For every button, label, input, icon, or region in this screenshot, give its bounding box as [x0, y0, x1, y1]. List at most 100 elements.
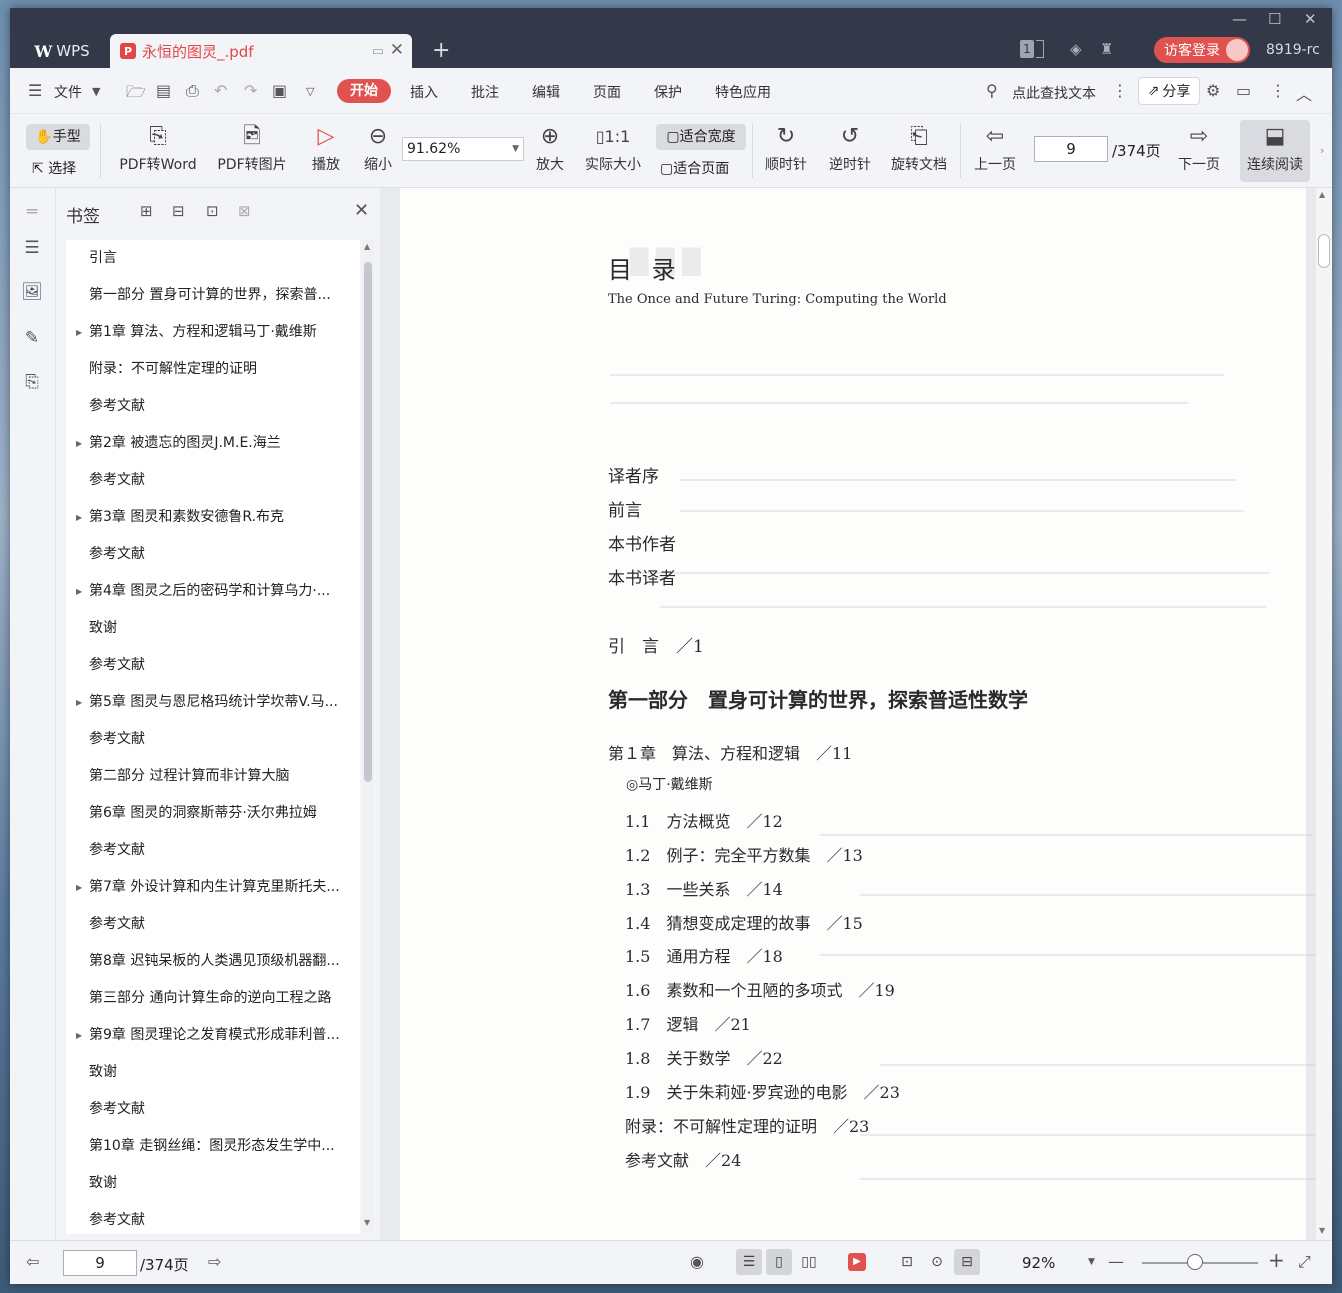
bookmark-item[interactable]: 引言 [66, 240, 360, 277]
page-number-input[interactable]: 9 [1034, 136, 1108, 162]
close-panel-icon[interactable]: ✕ [354, 200, 369, 221]
bookmark-list-icon[interactable]: ☰ [21, 238, 43, 260]
menu-annotate[interactable]: 批注 [471, 82, 499, 102]
export-image-icon[interactable]: ▣ [272, 81, 287, 100]
next-page-button[interactable]: ⇨ 下一页 [1172, 120, 1226, 174]
toc-references[interactable]: 参考文献 ／24 [625, 1147, 741, 1171]
bookmark-item[interactable]: 参考文献 [66, 462, 360, 499]
delete-bookmark-icon[interactable]: ⊠ [238, 202, 251, 220]
undo-icon[interactable]: ↶ [214, 81, 227, 100]
menu-start[interactable]: 开始 [337, 79, 391, 103]
status-prev-page-icon[interactable]: ⇦ [26, 1252, 39, 1271]
toc-entry-intro[interactable]: 引 言 ／1 [608, 632, 704, 657]
collapse-ribbon-icon[interactable]: ︿ [1296, 81, 1312, 105]
bookmark-item[interactable]: 致谢 [66, 1054, 360, 1091]
print-icon[interactable]: ⎙ [186, 81, 199, 101]
toc-section[interactable]: 1.6 素数和一个丑陋的多项式 ／19 [625, 977, 895, 1001]
zoom-dropdown-icon[interactable]: ▼ [512, 138, 519, 160]
menu-insert[interactable]: 插入 [410, 82, 438, 102]
rotate-clockwise-button[interactable]: ↻ 顺时针 [758, 120, 814, 174]
file-chevron-down-icon[interactable]: ▼ [92, 85, 100, 98]
pdf-to-word-button[interactable]: ⎘ PDF转Word [114, 120, 202, 174]
bookmark-item[interactable]: ▶ 第5章 图灵与恩尼格玛统计学坎蒂V.马... [66, 684, 360, 721]
bookmark-item[interactable]: 致谢 [66, 1165, 360, 1202]
toc-section[interactable]: 1.8 关于数学 ／22 [625, 1045, 783, 1069]
bookmark-item[interactable]: 参考文献 [66, 832, 360, 869]
hamburger-menu-icon[interactable]: ☰ [28, 81, 42, 100]
bookmark-item[interactable]: 第三部分 通向计算生命的逆向工程之路 [66, 980, 360, 1017]
attachment-icon[interactable]: ⎘ [21, 372, 43, 394]
toc-entry[interactable]: 前言 [608, 496, 642, 521]
toc-section[interactable]: 1.1 方法概览 ／12 [625, 808, 783, 832]
status-play-icon[interactable]: ▶ [848, 1253, 866, 1271]
minimize-icon[interactable]: — [1232, 10, 1247, 28]
status-zoom-in-icon[interactable]: + [1268, 1248, 1285, 1272]
bookmark-scroll-thumb[interactable] [364, 262, 372, 782]
visitor-login-button[interactable]: 访客登录 [1154, 37, 1250, 63]
expand-arrow-icon[interactable]: ▶ [76, 499, 82, 536]
continuous-reading-button[interactable]: ⬓ 连续阅读 [1240, 120, 1310, 182]
menu-protect[interactable]: 保护 [654, 82, 682, 102]
expand-arrow-icon[interactable]: ▶ [76, 1017, 82, 1054]
hand-tool-button[interactable]: ✋手型 [26, 124, 90, 150]
window-count-badge[interactable]: 1 [1020, 40, 1034, 58]
search-icon[interactable]: ⚲ [986, 81, 998, 100]
expand-arrow-icon[interactable]: ▶ [76, 684, 82, 721]
toc-entry[interactable]: 本书译者 [608, 564, 676, 589]
sync-icon[interactable]: ◈ [1070, 40, 1082, 58]
single-page-view-icon[interactable]: ▯ [766, 1249, 792, 1275]
status-zoom-value[interactable]: 92% [1022, 1254, 1055, 1272]
toc-entry[interactable]: 本书作者 [608, 530, 676, 555]
annotation-icon[interactable]: ✎ [21, 328, 43, 350]
toc-appendix[interactable]: 附录：不可解性定理的证明 ／23 [625, 1113, 869, 1137]
bookmark-item[interactable]: 第二部分 过程计算而非计算大脑 [66, 758, 360, 795]
previous-page-button[interactable]: ⇦ 上一页 [968, 120, 1022, 174]
collapse-all-icon[interactable]: ⊟ [172, 202, 185, 220]
menu-file[interactable]: 文件 [54, 82, 82, 102]
toc-section[interactable]: 1.2 例子：完全平方数集 ／13 [625, 842, 863, 866]
expand-arrow-icon[interactable]: ▶ [76, 573, 82, 610]
toc-section[interactable]: 1.3 一些关系 ／14 [625, 876, 783, 900]
new-tab-icon[interactable]: + [432, 38, 450, 63]
bookmark-item[interactable]: 附录：不可解性定理的证明 [66, 351, 360, 388]
open-folder-icon[interactable]: 🗁 [126, 81, 146, 108]
document-scrollbar[interactable]: ▲ ▼ [1316, 188, 1332, 1240]
bookmark-item[interactable]: 参考文献 [66, 1202, 360, 1234]
doc-scroll-up-icon[interactable]: ▲ [1319, 190, 1325, 199]
bookmark-item[interactable]: ▶ 第3章 图灵和素数安德鲁R.布克 [66, 499, 360, 536]
scroll-up-icon[interactable]: ▲ [364, 242, 370, 251]
bookmark-item[interactable]: ▶ 第1章 算法、方程和逻辑马丁·戴维斯 [66, 314, 360, 351]
status-next-page-icon[interactable]: ⇨ [208, 1252, 221, 1271]
document-scroll-thumb[interactable] [1318, 234, 1330, 268]
fit-page-button[interactable]: ▢适合页面 [660, 158, 729, 178]
add-bookmark-icon[interactable]: ⊡ [206, 202, 219, 220]
bookmark-item[interactable]: ▶ 第2章 被遗忘的图灵J.M.E.海兰 [66, 425, 360, 462]
toc-section[interactable]: 1.5 通用方程 ／18 [625, 943, 783, 967]
status-fit-width-icon[interactable]: ⊟ [954, 1249, 980, 1275]
close-tab-icon[interactable]: ✕ [390, 40, 404, 60]
more-vertical-icon[interactable]: ⋮ [1112, 81, 1128, 100]
doc-scroll-down-icon[interactable]: ▼ [1319, 1226, 1325, 1235]
menu-special-apps[interactable]: 特色应用 [715, 82, 771, 102]
thumbnail-icon[interactable]: 🖼 [21, 282, 43, 304]
bookmark-item[interactable]: 第10章 走钢丝绳：图灵形态发生学中... [66, 1128, 360, 1165]
bookmark-scrollbar[interactable]: ▲ ▼ [362, 240, 374, 1234]
zoom-out-button[interactable]: ⊖ 缩小 [358, 120, 398, 174]
toc-section[interactable]: 1.7 逻辑 ／21 [625, 1011, 751, 1035]
rotate-document-button[interactable]: ⎗ 旋转文档 [886, 120, 952, 174]
bookmark-item[interactable]: ▶ 第4章 图灵之后的密码学和计算乌力·... [66, 573, 360, 610]
settings-gear-icon[interactable]: ⚙ [1206, 81, 1220, 100]
expand-all-icon[interactable]: ⊞ [140, 202, 153, 220]
bookmark-item[interactable]: ▶ 第9章 图灵理论之发育模式形成菲利普... [66, 1017, 360, 1054]
status-page-input[interactable]: 9 [63, 1250, 137, 1276]
eye-protection-icon[interactable]: ◉ [690, 1252, 704, 1271]
bookmark-item[interactable]: 第一部分 置身可计算的世界，探索普... [66, 277, 360, 314]
skin-icon[interactable]: ♜ [1100, 40, 1113, 58]
redo-icon[interactable]: ↷ [244, 81, 257, 100]
expand-arrow-icon[interactable]: ▶ [76, 314, 82, 351]
quick-access-more-icon[interactable]: ▽ [306, 85, 314, 98]
find-text-button[interactable]: 点此查找文本 [1012, 83, 1096, 103]
more-options-icon[interactable]: ⋮ [1270, 81, 1286, 100]
pin-tab-icon[interactable]: ▭ [372, 44, 384, 59]
bookmark-item[interactable]: 参考文献 [66, 536, 360, 573]
